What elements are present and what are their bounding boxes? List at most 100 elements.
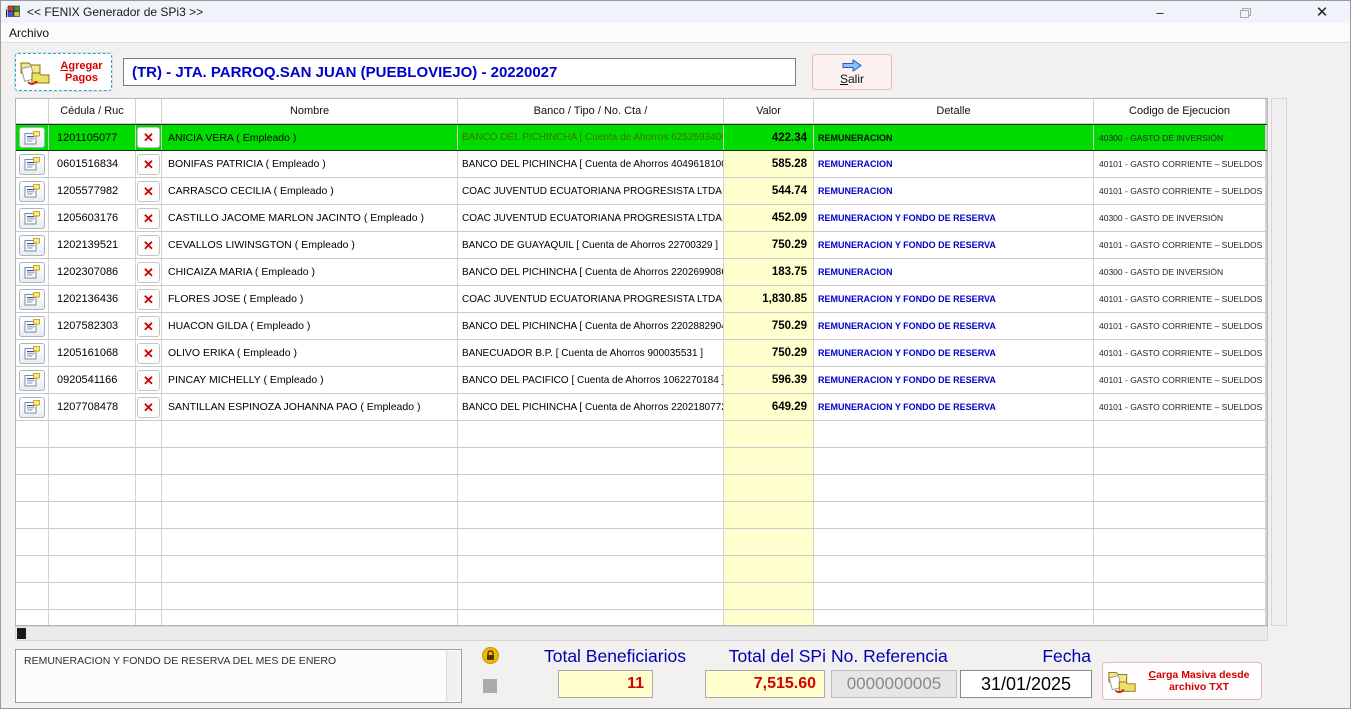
cedula-cell: 0920541166 [49,367,136,393]
detalle-cell [814,475,1094,501]
edit-properties-icon [24,265,40,279]
table-row[interactable]: 1202307086✕CHICAIZA MARIA ( Empleado )BA… [16,259,1267,286]
detalle-cell [814,529,1094,555]
detalle-cell [814,421,1094,447]
table-row[interactable]: 1205577982✕CARRASCO CECILIA ( Empleado )… [16,178,1267,205]
fecha-field[interactable]: 31/01/2025 [960,670,1092,698]
delete-row-button[interactable]: ✕ [137,154,160,175]
delete-cell: ✕ [136,205,162,231]
delete-row-button[interactable]: ✕ [137,370,160,391]
cedula-cell [49,583,136,609]
lock-icon[interactable] [482,647,499,664]
cedula-cell: 1207708478 [49,394,136,420]
valor-cell: 750.29 [724,232,814,258]
valor-cell [724,448,814,474]
edit-row-button[interactable] [19,289,45,310]
banco-cell: BANCO DEL PACIFICO [ Cuenta de Ahorros 1… [458,367,724,393]
delete-row-button[interactable]: ✕ [137,181,160,202]
red-x-icon: ✕ [143,320,154,333]
agregar-pagos-button[interactable]: Agregar Pagos [15,53,112,91]
delete-row-button[interactable]: ✕ [137,316,160,337]
observation-textarea[interactable]: REMUNERACION Y FONDO DE RESERVA DEL MES … [15,649,462,703]
cedula-cell: 1202139521 [49,232,136,258]
edit-row-button[interactable] [19,181,45,202]
red-x-icon: ✕ [143,239,154,252]
tail-cell [1266,205,1267,231]
banco-cell [458,529,724,555]
maximize-button[interactable] [1225,1,1265,23]
menu-archivo[interactable]: Archivo [1,26,57,40]
edit-row-button[interactable] [19,154,45,175]
delete-row-button[interactable]: ✕ [137,208,160,229]
delete-row-button[interactable]: ✕ [137,262,160,283]
horizontal-scrollbar[interactable] [15,626,1268,641]
edit-row-button[interactable] [19,262,45,283]
no-referencia-field: 0000000005 [831,670,957,698]
table-row[interactable]: 1207582303✕HUACON GILDA ( Empleado )BANC… [16,313,1267,340]
detalle-cell: REMUNERACION Y FONDO DE RESERVA [814,232,1094,258]
edit-cell [16,556,49,582]
tail-cell [1266,556,1267,582]
delete-cell [136,421,162,447]
codigo-cell: 40300 - GASTO DE INVERSIÓN [1094,205,1266,231]
observation-scrollbar[interactable] [446,651,460,701]
edit-row-button[interactable] [19,397,45,418]
table-row[interactable]: 1207708478✕SANTILLAN ESPINOZA JOHANNA PA… [16,394,1267,421]
edit-cell [16,529,49,555]
tail-cell [1266,259,1267,285]
delete-row-button[interactable]: ✕ [137,343,160,364]
entity-title-field[interactable]: (TR) - JTA. PARROQ.SAN JUAN (PUEBLOVIEJO… [123,58,796,86]
valor-cell [724,529,814,555]
table-row[interactable]: 1205161068✕OLIVO ERIKA ( Empleado )BANEC… [16,340,1267,367]
table-row[interactable]: 1201105077✕ANICIA VERA ( Empleado )BANCO… [16,124,1267,151]
table-row[interactable]: 1202139521✕CEVALLOS LIWINSGTON ( Emplead… [16,232,1267,259]
edit-row-button[interactable] [19,208,45,229]
edit-row-button[interactable] [19,370,45,391]
red-x-icon: ✕ [143,347,154,360]
red-x-icon: ✕ [143,266,154,279]
cedula-cell [49,529,136,555]
table-row[interactable]: 0601516834✕BONIFAS PATRICIA ( Empleado )… [16,151,1267,178]
banco-cell: COAC JUVENTUD ECUATORIANA PROGRESISTA LT… [458,205,724,231]
delete-cell [136,556,162,582]
observation-text: REMUNERACION Y FONDO DE RESERVA DEL MES … [24,655,336,667]
delete-cell [136,448,162,474]
close-button[interactable]: ✕ [1302,1,1342,23]
delete-row-button[interactable]: ✕ [137,397,160,418]
delete-row-button[interactable]: ✕ [137,127,160,148]
edit-cell [16,151,49,177]
status-square[interactable] [483,679,497,693]
edit-row-button[interactable] [19,343,45,364]
edit-row-button[interactable] [19,316,45,337]
valor-cell: 1,830.85 [724,286,814,312]
table-row[interactable]: 0920541166✕PINCAY MICHELLY ( Empleado )B… [16,367,1267,394]
total-spi-label: Total del SPi [704,645,826,667]
horizontal-scrollbar-thumb[interactable] [17,628,26,639]
table-row[interactable]: 1202136436✕FLORES JOSE ( Empleado )COAC … [16,286,1267,313]
edit-properties-icon [24,131,40,145]
carga-masiva-button[interactable]: Carga Masiva desde archivo TXT [1102,662,1262,700]
edit-properties-icon [24,184,40,198]
cedula-cell [49,610,136,626]
delete-row-button[interactable]: ✕ [137,289,160,310]
minimize-button[interactable]: – [1140,1,1180,23]
banco-cell: COAC JUVENTUD ECUATORIANA PROGRESISTA LT… [458,286,724,312]
tail-cell [1266,502,1267,528]
codigo-cell: 40101 - GASTO CORRIENTE – SUELDOS [1094,151,1266,177]
red-x-icon: ✕ [143,158,154,171]
table-row[interactable]: 1205603176✕CASTILLO JACOME MARLON JACINT… [16,205,1267,232]
tail-cell [1266,367,1267,393]
valor-cell: 585.28 [724,151,814,177]
delete-cell: ✕ [136,367,162,393]
edit-row-button[interactable] [19,235,45,256]
tail-cell [1266,610,1267,626]
nombre-cell: SANTILLAN ESPINOZA JOHANNA PAO ( Emplead… [162,394,458,420]
tail-cell [1266,340,1267,366]
valor-cell [724,475,814,501]
delete-row-button[interactable]: ✕ [137,235,160,256]
edit-row-button[interactable] [19,127,45,148]
salir-button[interactable]: Salir [812,54,892,90]
vertical-scrollbar[interactable] [1271,98,1287,626]
tail-cell [1266,178,1267,204]
valor-cell [724,583,814,609]
